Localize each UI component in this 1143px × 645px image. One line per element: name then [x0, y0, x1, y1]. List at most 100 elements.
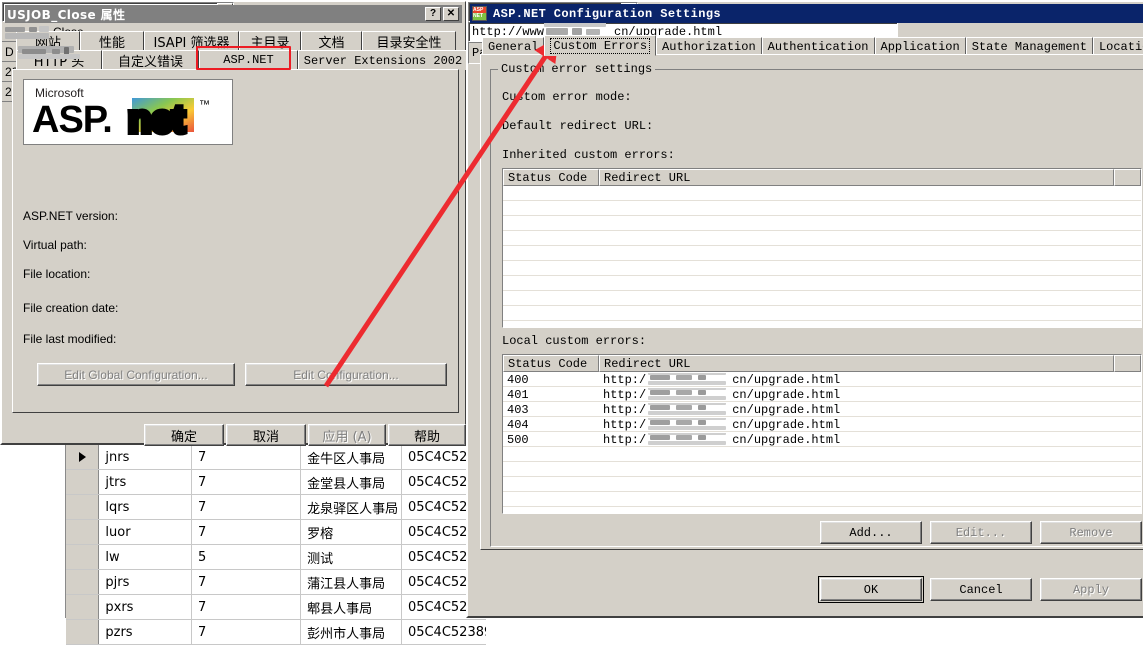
- table-cell-num: 7: [192, 445, 302, 469]
- close-icon[interactable]: ✕: [443, 7, 459, 21]
- redacted-block: [646, 432, 732, 446]
- local-list-rows: 400 http:/cn/upgrade.html 401 http:/cn/upgr…: [503, 372, 1141, 513]
- tab-documents[interactable]: 文档: [301, 31, 362, 51]
- background-data-grid[interactable]: jnrs 7 金牛区人事局 05C4C52389 jtrs 7 金堂县人事局 05C4C523…: [65, 445, 486, 645]
- logo-brand-text: Microsoft: [35, 86, 84, 100]
- table-cell-code: pxrs: [99, 595, 192, 619]
- current-row-arrow-icon: [78, 452, 86, 462]
- column-header-status-code[interactable]: Status Code: [503, 355, 599, 372]
- row-selector[interactable]: [66, 545, 100, 569]
- table-cell-name: 测试: [301, 545, 402, 569]
- table-cell-num: 7: [192, 520, 302, 544]
- svg-text:net: net: [128, 99, 185, 141]
- redacted-block: [646, 387, 732, 401]
- local-error-status-code: 401: [507, 387, 529, 402]
- remove-button[interactable]: Remove: [1040, 521, 1142, 544]
- edit-button[interactable]: Edit...: [930, 521, 1032, 544]
- table-row[interactable]: pxrs 7 郫县人事局 05C4C52389: [66, 595, 486, 620]
- table-cell-code: jnrs: [99, 445, 192, 469]
- inherited-list-header: Status Code Redirect URL: [503, 169, 1141, 186]
- table-cell-code: lqrs: [99, 495, 192, 519]
- table-row[interactable]: lw 5 测试 05C4C52389: [66, 545, 486, 570]
- redacted-block: [5, 25, 53, 39]
- column-header-status-code[interactable]: Status Code: [503, 169, 599, 186]
- file-location-label: File location:: [23, 267, 91, 281]
- custom-error-mode-label: Custom error mode:: [502, 90, 632, 104]
- row-selector[interactable]: [66, 595, 100, 619]
- local-error-redirect-url: http:/cn/upgrade.html: [603, 372, 841, 387]
- tab-custom-errors[interactable]: 自定义错误: [102, 50, 199, 70]
- table-cell-name: 金堂县人事局: [301, 470, 402, 494]
- local-error-redirect-url: http:/cn/upgrade.html: [603, 402, 841, 417]
- local-error-row[interactable]: 403 http:/cn/upgrade.html: [503, 402, 1141, 417]
- table-cell-num: 7: [192, 495, 302, 519]
- ok-button[interactable]: 确定: [144, 424, 224, 446]
- local-error-row[interactable]: 400 http:/cn/upgrade.html: [503, 372, 1141, 387]
- svg-text:net: net: [128, 99, 185, 141]
- help-button[interactable]: 帮助: [388, 424, 466, 446]
- table-cell-id: 05C4C52389: [407, 624, 486, 640]
- table-cell-name: 彭州市人事局: [301, 620, 402, 644]
- default-redirect-url-label: Default redirect URL:: [502, 119, 654, 133]
- local-error-redirect-url: http:/cn/upgrade.html: [603, 432, 841, 447]
- tab-custom-errors[interactable]: Custom Errors: [544, 35, 657, 56]
- column-header-redirect-url[interactable]: Redirect URL: [599, 355, 1114, 372]
- tab-server-extensions[interactable]: Server Extensions 2002: [298, 50, 468, 70]
- row-selector[interactable]: [66, 495, 100, 519]
- row-selector[interactable]: [66, 620, 100, 644]
- table-row[interactable]: lqrs 7 龙泉驿区人事局 05C4C52389: [66, 495, 486, 520]
- svg-text:™: ™: [199, 99, 210, 111]
- table-cell-num: 7: [192, 570, 302, 594]
- help-icon[interactable]: ?: [425, 7, 441, 21]
- edit-configuration-button[interactable]: Edit Configuration...: [245, 363, 447, 386]
- redacted-block: [646, 417, 732, 431]
- right-dialog-tabstrip[interactable]: General Custom Errors Authorization Auth…: [482, 35, 1143, 56]
- local-error-row[interactable]: 500 http:/cn/upgrade.html: [503, 432, 1141, 447]
- right-dialog-title: ASP.NET Configuration Settings: [493, 6, 722, 21]
- row-selector[interactable]: [66, 445, 100, 469]
- row-selector[interactable]: [66, 570, 100, 594]
- column-header-spacer: [1114, 355, 1141, 372]
- svg-text:ASP.: ASP.: [32, 99, 112, 141]
- cancel-button[interactable]: 取消: [226, 424, 306, 446]
- local-error-row[interactable]: 404 http:/cn/upgrade.html: [503, 417, 1141, 432]
- right-dialog-titlebar[interactable]: ASP NET ASP.NET Configuration Settings: [470, 4, 1143, 23]
- table-cell-name: 龙泉驿区人事局: [301, 495, 402, 519]
- local-custom-errors-list[interactable]: Status Code Redirect URL 400 http:/cn/upg…: [502, 354, 1142, 514]
- table-row[interactable]: pzrs 7 彭州市人事局 05C4C52389: [66, 620, 486, 645]
- table-cell-name: 郫县人事局: [301, 595, 402, 619]
- table-row[interactable]: jnrs 7 金牛区人事局 05C4C52389: [66, 445, 486, 470]
- local-error-status-code: 403: [507, 402, 529, 417]
- ok-button[interactable]: OK: [818, 576, 924, 603]
- edit-global-configuration-button[interactable]: Edit Global Configuration...: [37, 363, 235, 386]
- left-dialog-titlebar[interactable]: USJOB_Close 属性 ? ✕: [5, 5, 462, 23]
- file-creation-date-label: File creation date:: [23, 301, 119, 315]
- row-selector[interactable]: [66, 470, 100, 494]
- local-error-redirect-url: http:/cn/upgrade.html: [603, 417, 841, 432]
- apply-button[interactable]: 应用 (A): [308, 424, 386, 446]
- table-cell-name: 蒲江县人事局: [301, 570, 402, 594]
- aspnet-logo: Microsoft ASP. net net ™: [23, 79, 233, 145]
- table-cell-num: 7: [192, 595, 302, 619]
- table-row[interactable]: jtrs 7 金堂县人事局 05C4C52389: [66, 470, 486, 495]
- table-cell-name: 金牛区人事局: [301, 445, 402, 469]
- table-cell-num: 7: [192, 470, 302, 494]
- table-cell-code: luor: [99, 520, 192, 544]
- inherited-custom-errors-list[interactable]: Status Code Redirect URL: [502, 168, 1142, 328]
- local-error-row[interactable]: 401 http:/cn/upgrade.html: [503, 387, 1141, 402]
- table-row[interactable]: pjrs 7 蒲江县人事局 05C4C52389: [66, 570, 486, 595]
- add-button[interactable]: Add...: [820, 521, 922, 544]
- cancel-button[interactable]: Cancel: [930, 578, 1032, 601]
- column-header-spacer: [1114, 169, 1141, 186]
- left-dialog-title: USJOB_Close 属性: [7, 7, 126, 22]
- table-row[interactable]: luor 7 罗榕 05C4C52389: [66, 520, 486, 545]
- aspnet-icon: ASP NET: [472, 6, 487, 21]
- tab-performance[interactable]: 性能: [80, 31, 144, 51]
- row-selector[interactable]: [66, 520, 100, 544]
- tab-directory-security[interactable]: 目录安全性: [362, 31, 456, 51]
- file-last-modified-label: File last modified:: [23, 332, 117, 346]
- table-cell-code: pzrs: [99, 620, 192, 644]
- column-header-redirect-url[interactable]: Redirect URL: [599, 169, 1114, 186]
- apply-button[interactable]: Apply: [1040, 578, 1142, 601]
- local-error-status-code: 400: [507, 372, 529, 387]
